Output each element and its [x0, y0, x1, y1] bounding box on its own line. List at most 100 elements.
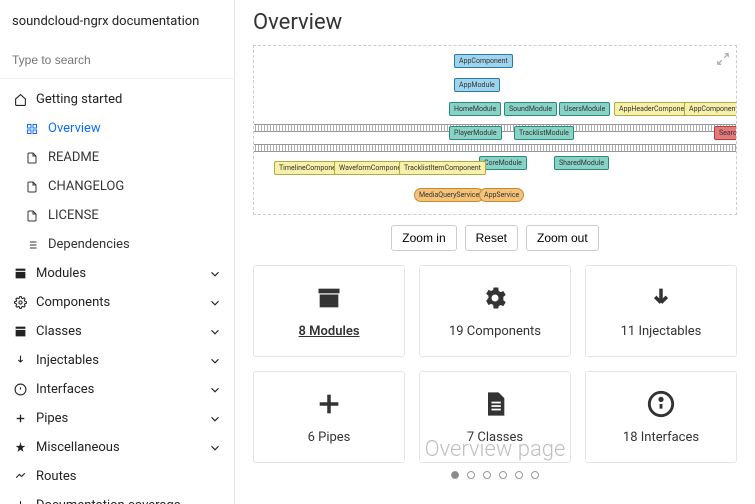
- document-icon: [481, 390, 509, 418]
- nav-item-label: CHANGELOG: [48, 179, 124, 194]
- dot[interactable]: [451, 471, 459, 479]
- zoom-in-button[interactable]: Zoom in: [391, 225, 456, 251]
- card-label: 19 Components: [449, 324, 541, 339]
- overview-cards: 8 Modules 19 Components 11 Injectables 6 Pi…: [253, 265, 737, 463]
- diagram-node[interactable]: AppComponent: [684, 102, 737, 116]
- nav-group-label: Routes: [36, 469, 76, 484]
- nav-group-label: Documentation coverage: [36, 498, 181, 504]
- dot[interactable]: [531, 471, 539, 479]
- nav-group[interactable]: Routes: [0, 462, 234, 491]
- nav-group[interactable]: Components: [0, 288, 234, 317]
- main-content: Overview AppComponent AppModule HomeModule…: [235, 0, 755, 504]
- sidebar: soundcloud-ngrx documentation Getting st…: [0, 0, 235, 504]
- chevron-down-icon: [208, 412, 222, 426]
- dot[interactable]: [467, 471, 475, 479]
- nav-icon: [24, 210, 40, 222]
- nav-group-label: Getting started: [36, 92, 122, 107]
- nav-group[interactable]: Interfaces: [0, 375, 234, 404]
- nav-group-label: Components: [36, 295, 110, 310]
- nav-icon: [12, 441, 28, 454]
- dot[interactable]: [483, 471, 491, 479]
- nav-item-label: LICENSE: [48, 208, 99, 223]
- sidebar-item[interactable]: Overview: [0, 114, 234, 143]
- nav-group-label: Miscellaneous: [36, 440, 120, 455]
- sidebar-item[interactable]: LICENSE: [0, 201, 234, 230]
- diagram-node[interactable]: TracklistModule: [514, 126, 574, 140]
- diagram-node[interactable]: AppComponent: [454, 54, 513, 68]
- diagram-node[interactable]: CoreModule: [479, 156, 527, 170]
- nav-group[interactable]: Miscellaneous: [0, 433, 234, 462]
- chevron-down-icon: [208, 267, 222, 281]
- overview-card[interactable]: 6 Pipes: [253, 371, 405, 463]
- page-title: Overview: [253, 10, 737, 35]
- chevron-down-icon: [208, 441, 222, 455]
- chevron-down-icon: [208, 325, 222, 339]
- nav-group[interactable]: Injectables: [0, 346, 234, 375]
- nav-item-label: Dependencies: [48, 237, 130, 252]
- nav-group-label: Modules: [36, 266, 86, 281]
- sidebar-nav: Getting started Overview README CHANGELOG L…: [0, 79, 234, 504]
- nav-item-label: Overview: [48, 121, 101, 136]
- nav-icon: [12, 499, 28, 504]
- nav-icon: [24, 123, 40, 135]
- nav-group-label: Classes: [36, 324, 82, 339]
- overview-card[interactable]: 19 Components: [419, 265, 571, 357]
- overview-card[interactable]: 11 Injectables: [585, 265, 737, 357]
- nav-group-getting-started[interactable]: Getting started: [0, 85, 234, 114]
- carousel-dots: [253, 463, 737, 487]
- nav-group[interactable]: Classes: [0, 317, 234, 346]
- diagram-node[interactable]: HomeModule: [449, 102, 501, 116]
- card-label: 6 Pipes: [308, 430, 351, 445]
- archive-icon: [315, 284, 343, 312]
- chevron-down-icon: [208, 383, 222, 397]
- overview-card[interactable]: 18 Interfaces: [585, 371, 737, 463]
- gear-icon: [481, 284, 509, 312]
- sidebar-item[interactable]: README: [0, 143, 234, 172]
- diagram-node[interactable]: AppService: [479, 188, 524, 202]
- reset-button[interactable]: Reset: [465, 225, 518, 251]
- nav-icon: [12, 325, 28, 338]
- nav-group-label: Interfaces: [36, 382, 94, 397]
- module-diagram[interactable]: AppComponent AppModule HomeModuleSoundModu…: [253, 45, 737, 215]
- search-input[interactable]: [12, 53, 222, 67]
- nav-group-label: Injectables: [36, 353, 99, 368]
- nav-icon: [24, 239, 40, 251]
- nav-icon: [12, 354, 28, 367]
- diagram-controls: Zoom in Reset Zoom out: [253, 215, 737, 265]
- diagram-node[interactable]: SharedModule: [554, 156, 609, 170]
- zoom-out-button[interactable]: Zoom out: [526, 225, 599, 251]
- app-title: soundcloud-ngrx documentation: [0, 0, 234, 43]
- search-box: [0, 43, 234, 79]
- card-label: 11 Injectables: [621, 324, 702, 339]
- home-icon: [12, 93, 28, 106]
- diagram-node[interactable]: SearchBarComponent: [714, 126, 737, 140]
- overview-card[interactable]: 7 Classes: [419, 371, 571, 463]
- download-icon: [647, 284, 675, 312]
- nav-icon: [12, 296, 28, 309]
- card-label: 18 Interfaces: [623, 430, 699, 445]
- nav-icon: [12, 470, 28, 483]
- nav-group[interactable]: Pipes: [0, 404, 234, 433]
- diagram-node[interactable]: MediaQueryService: [414, 188, 484, 202]
- nav-group[interactable]: Modules: [0, 259, 234, 288]
- sidebar-item[interactable]: Dependencies: [0, 230, 234, 259]
- card-label: 8 Modules: [298, 324, 359, 339]
- nav-icon: [12, 267, 28, 280]
- overview-card[interactable]: 8 Modules: [253, 265, 405, 357]
- chevron-down-icon: [208, 296, 222, 310]
- diagram-node[interactable]: AppModule: [454, 78, 500, 92]
- dot[interactable]: [515, 471, 523, 479]
- diagram-node[interactable]: PlayerModule: [449, 126, 502, 140]
- diagram-node[interactable]: SoundModule: [504, 102, 557, 116]
- info-icon: [647, 390, 675, 418]
- nav-icon: [24, 181, 40, 193]
- nav-icon: [24, 152, 40, 164]
- nav-group[interactable]: Documentation coverage: [0, 491, 234, 504]
- diagram-node[interactable]: UsersModule: [559, 102, 610, 116]
- nav-item-label: README: [48, 150, 99, 165]
- nav-group-label: Pipes: [36, 411, 68, 426]
- card-label: 7 Classes: [467, 430, 523, 445]
- dot[interactable]: [499, 471, 507, 479]
- sidebar-item[interactable]: CHANGELOG: [0, 172, 234, 201]
- diagram-node[interactable]: TracklistItemComponent: [399, 161, 486, 175]
